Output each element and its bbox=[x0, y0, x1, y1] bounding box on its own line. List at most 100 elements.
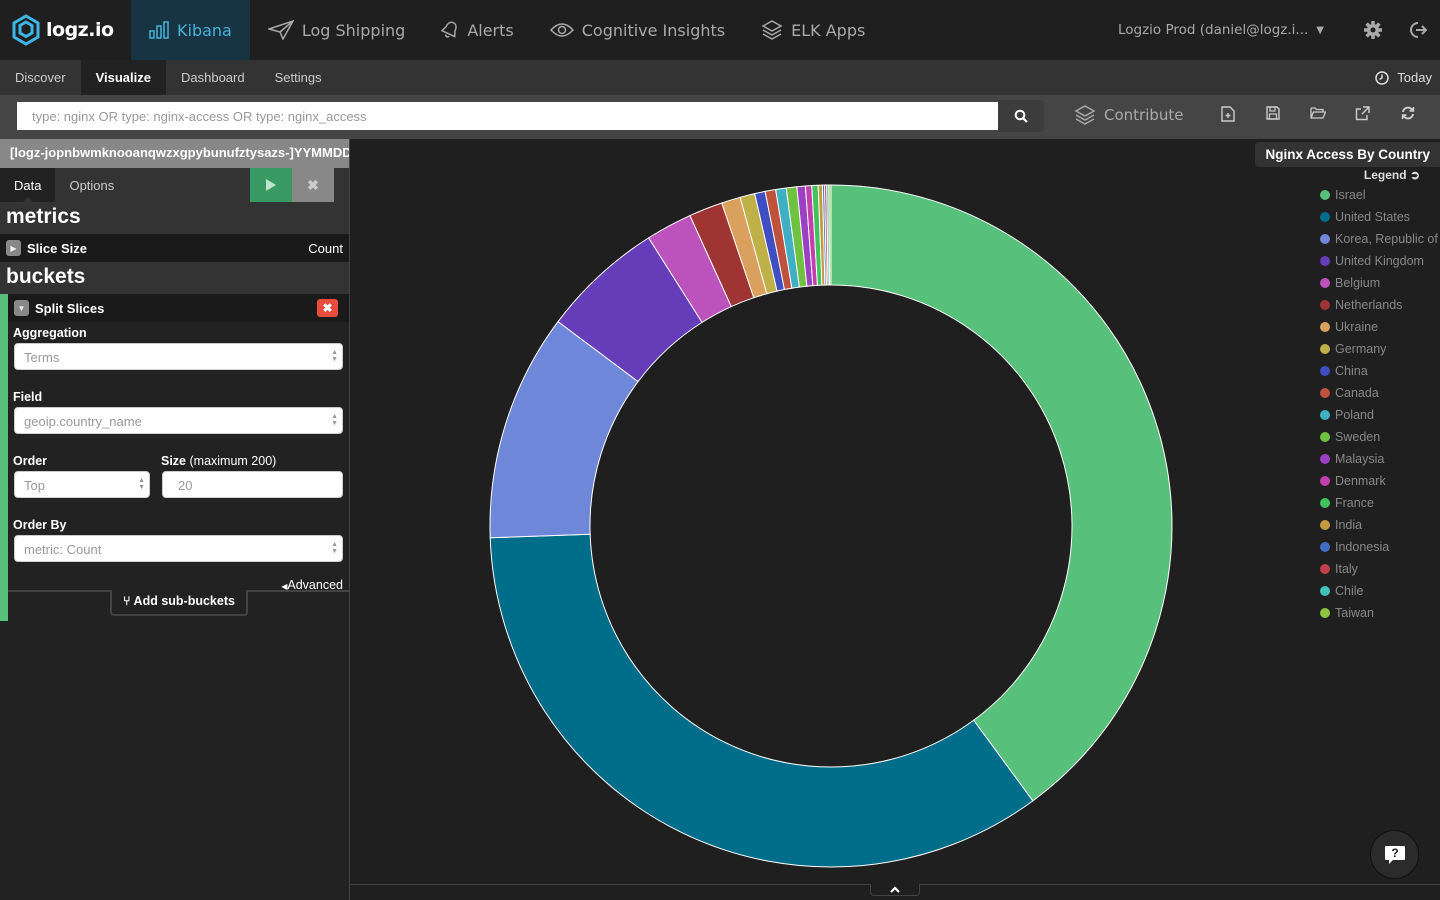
arrow-circle-right-icon: ➲ bbox=[1409, 168, 1420, 182]
legend-item[interactable]: Germany bbox=[1320, 338, 1438, 360]
size-input[interactable]: 20 bbox=[162, 471, 343, 498]
tab-settings[interactable]: Settings bbox=[260, 60, 337, 95]
tab-dashboard[interactable]: Dashboard bbox=[166, 60, 260, 95]
account-dropdown[interactable]: Logzio Prod (daniel@logz.i... ▼ bbox=[1118, 22, 1324, 38]
buckets-heading: buckets bbox=[0, 262, 349, 294]
nav-cognitive-insights[interactable]: Cognitive Insights bbox=[532, 0, 743, 60]
legend-item[interactable]: Taiwan bbox=[1320, 602, 1438, 624]
order-size-row: Order Top ▲ ▼ Size (maximum 200) 20 bbox=[8, 454, 349, 498]
metric-value: Count bbox=[308, 240, 343, 256]
chevron-right-icon[interactable]: ▶ bbox=[6, 240, 21, 256]
legend-dot-icon bbox=[1320, 278, 1330, 288]
tab-visualize[interactable]: Visualize bbox=[80, 60, 166, 95]
slice-israel[interactable] bbox=[830, 184, 1173, 802]
order-by-value: metric: Count bbox=[24, 542, 102, 557]
slice-united-states[interactable] bbox=[489, 533, 1034, 868]
nav-alerts[interactable]: Alerts bbox=[423, 0, 531, 60]
legend-item[interactable]: United States bbox=[1320, 206, 1438, 228]
tab-data[interactable]: Data bbox=[0, 168, 56, 202]
legend-toggle[interactable]: Legend ➲ bbox=[1364, 168, 1420, 182]
bell-icon bbox=[441, 21, 458, 38]
logo-text: logz.io bbox=[46, 19, 114, 41]
contribute-button[interactable]: Contribute bbox=[1074, 104, 1184, 126]
legend-item[interactable]: Korea, Republic of bbox=[1320, 228, 1438, 250]
discard-changes-button[interactable]: ✖ bbox=[292, 168, 334, 202]
bucket-header[interactable]: ▼ Split Slices ✖ bbox=[8, 294, 349, 322]
nav-elk-apps[interactable]: ELK Apps bbox=[743, 0, 883, 60]
legend-item[interactable]: France bbox=[1320, 492, 1438, 514]
order-by-select[interactable]: metric: Count ▲ ▼ bbox=[14, 535, 343, 562]
remove-bucket-button[interactable]: ✖ bbox=[317, 299, 338, 317]
legend-item[interactable]: Canada bbox=[1320, 382, 1438, 404]
legend-item[interactable]: Israel bbox=[1320, 184, 1438, 206]
vis-toolbar bbox=[1205, 106, 1430, 122]
add-sub-buckets-button[interactable]: ⑂ Add sub-buckets bbox=[110, 590, 248, 616]
aggregation-label: Aggregation bbox=[13, 326, 87, 340]
field-select[interactable]: geoip.country_name ▲ ▼ bbox=[14, 407, 343, 434]
slice-taiwan[interactable] bbox=[828, 184, 832, 286]
chevron-down-icon[interactable]: ▼ bbox=[14, 300, 29, 316]
contribute-label: Contribute bbox=[1104, 106, 1184, 124]
legend-item[interactable]: Italy bbox=[1320, 558, 1438, 580]
legend-item[interactable]: Sweden bbox=[1320, 426, 1438, 448]
vis-title: Nginx Access By Country bbox=[1255, 142, 1440, 167]
legend-label: United States bbox=[1335, 210, 1411, 224]
nav-log-shipping[interactable]: Log Shipping bbox=[250, 0, 423, 60]
search-button[interactable] bbox=[998, 100, 1044, 132]
settings-button[interactable] bbox=[1350, 20, 1395, 40]
nav-elk-apps-label: ELK Apps bbox=[791, 20, 866, 40]
legend-label: Korea, Republic of bbox=[1335, 232, 1438, 246]
refresh-button[interactable] bbox=[1385, 106, 1430, 122]
legend-dot-icon bbox=[1320, 432, 1330, 442]
legend-label: Sweden bbox=[1335, 430, 1381, 444]
legend-label: Israel bbox=[1335, 188, 1366, 202]
legend-dot-icon bbox=[1320, 256, 1330, 266]
logout-button[interactable] bbox=[1395, 20, 1440, 40]
legend-item[interactable]: Malaysia bbox=[1320, 448, 1438, 470]
aggregation-select[interactable]: Terms ▲ ▼ bbox=[14, 343, 343, 370]
metric-slice-size[interactable]: ▶ Slice Size Count bbox=[0, 234, 349, 262]
legend-item[interactable]: Chile bbox=[1320, 580, 1438, 602]
gear-icon bbox=[1363, 21, 1382, 39]
legend-item[interactable]: Ukraine bbox=[1320, 316, 1438, 338]
legend-item[interactable]: India bbox=[1320, 514, 1438, 536]
bar-chart-icon bbox=[149, 21, 169, 39]
share-button[interactable] bbox=[1340, 106, 1385, 122]
select-arrows-icon: ▲ ▼ bbox=[331, 541, 338, 555]
legend-item[interactable]: China bbox=[1320, 360, 1438, 382]
apply-changes-button[interactable] bbox=[250, 168, 292, 202]
logo[interactable]: logz.io bbox=[0, 0, 131, 60]
legend-item[interactable]: Netherlands bbox=[1320, 294, 1438, 316]
save-button[interactable] bbox=[1250, 106, 1295, 122]
tab-options[interactable]: Options bbox=[55, 168, 128, 202]
paper-plane-icon bbox=[267, 20, 294, 40]
expand-panel-button[interactable] bbox=[870, 884, 920, 896]
legend-item[interactable]: Indonesia bbox=[1320, 536, 1438, 558]
open-button[interactable] bbox=[1295, 106, 1340, 122]
bucket-title: Split Slices bbox=[35, 300, 105, 316]
legend-dot-icon bbox=[1320, 388, 1330, 398]
help-button[interactable]: ? bbox=[1370, 830, 1419, 879]
legend-dot-icon bbox=[1320, 300, 1330, 310]
search-input[interactable] bbox=[17, 102, 998, 130]
close-icon: ✖ bbox=[307, 176, 319, 193]
legend-item[interactable]: Denmark bbox=[1320, 470, 1438, 492]
layers-icon bbox=[1074, 105, 1096, 125]
time-label: Today bbox=[1397, 70, 1432, 85]
legend-label: China bbox=[1335, 364, 1368, 378]
legend-item[interactable]: United Kingdom bbox=[1320, 250, 1438, 272]
legend-label: Poland bbox=[1335, 408, 1374, 422]
folder-open-icon bbox=[1309, 107, 1326, 119]
legend-dot-icon bbox=[1320, 564, 1330, 574]
tab-discover[interactable]: Discover bbox=[0, 60, 81, 95]
new-file-icon bbox=[1220, 106, 1235, 122]
legend-item[interactable]: Poland bbox=[1320, 404, 1438, 426]
legend-item[interactable]: Belgium bbox=[1320, 272, 1438, 294]
new-visualization-button[interactable] bbox=[1205, 106, 1250, 122]
logo-cube-icon bbox=[12, 14, 40, 46]
time-picker[interactable]: Today bbox=[1375, 70, 1432, 85]
nav-kibana[interactable]: Kibana bbox=[131, 0, 250, 60]
order-select[interactable]: Top ▲ ▼ bbox=[14, 471, 150, 498]
nav-kibana-label: Kibana bbox=[177, 20, 232, 40]
order-label: Order bbox=[13, 454, 48, 468]
